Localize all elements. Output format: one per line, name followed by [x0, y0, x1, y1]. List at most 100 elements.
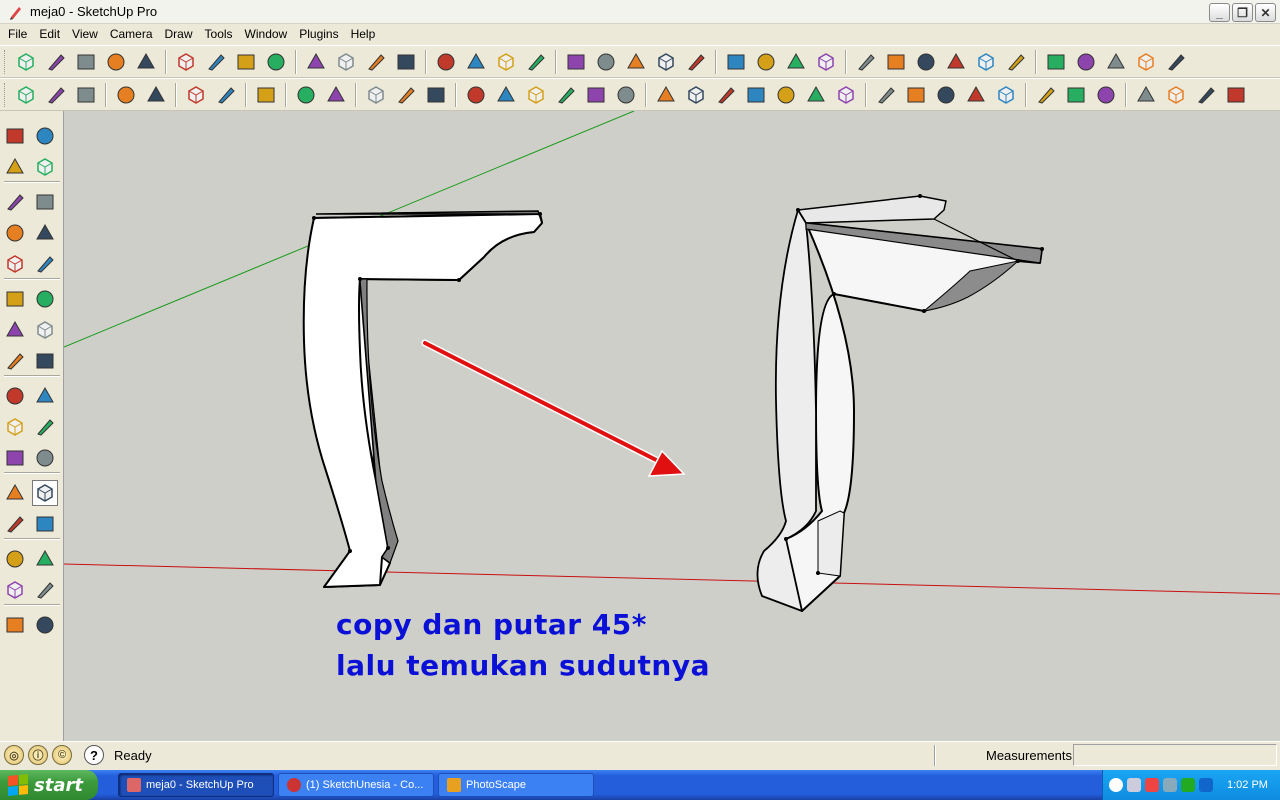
- rotate-icon[interactable]: [363, 49, 389, 75]
- freehand-icon[interactable]: [32, 251, 58, 277]
- zoom-icon[interactable]: [2, 511, 28, 537]
- xray-icon[interactable]: [813, 49, 839, 75]
- rotate-icon[interactable]: [2, 317, 28, 343]
- text-icon[interactable]: [32, 414, 58, 440]
- component-icon[interactable]: [32, 123, 58, 149]
- bluetooth-icon[interactable]: [1199, 778, 1213, 792]
- pan-icon[interactable]: [463, 49, 489, 75]
- get-models-icon[interactable]: [563, 49, 589, 75]
- side-house-icon[interactable]: [583, 82, 609, 108]
- compass-icon[interactable]: [1133, 82, 1159, 108]
- tape-measure-icon[interactable]: [233, 49, 259, 75]
- menu-camera[interactable]: Camera: [104, 25, 159, 43]
- start-button[interactable]: start: [0, 770, 98, 800]
- task-photoscape[interactable]: PhotoScape: [438, 773, 594, 797]
- paint-bucket-icon[interactable]: [263, 49, 289, 75]
- menu-window[interactable]: Window: [239, 25, 294, 43]
- paint-bucket-icon[interactable]: [2, 154, 28, 180]
- shaded-texture-icon[interactable]: [973, 49, 999, 75]
- cylinder-icon[interactable]: [993, 82, 1019, 108]
- back-edges-icon[interactable]: [853, 49, 879, 75]
- follow-me-icon[interactable]: [393, 49, 419, 75]
- paste-icon[interactable]: [213, 82, 239, 108]
- axes-icon[interactable]: [2, 445, 28, 471]
- component-icon[interactable]: [783, 49, 809, 75]
- walk-icon[interactable]: [2, 612, 28, 638]
- open-icon[interactable]: [43, 82, 69, 108]
- rectangle-icon[interactable]: [2, 189, 28, 215]
- model-viewport[interactable]: copy dan putar 45* lalu temukan sudutnya: [64, 111, 1280, 741]
- google-earth-icon[interactable]: [683, 49, 709, 75]
- place-model-icon[interactable]: [623, 49, 649, 75]
- hidden-cube-icon[interactable]: [743, 82, 769, 108]
- sandbox-smoove-icon[interactable]: [1223, 82, 1249, 108]
- walk-icon[interactable]: [143, 82, 169, 108]
- menu-help[interactable]: Help: [345, 25, 382, 43]
- back-view-icon[interactable]: [1163, 49, 1189, 75]
- scene-canvas[interactable]: [64, 111, 1280, 741]
- preview-model-icon[interactable]: [653, 49, 679, 75]
- table-leg-rotated[interactable]: [756, 194, 1044, 612]
- xray-cube-icon[interactable]: [653, 82, 679, 108]
- pan-icon[interactable]: [32, 480, 58, 506]
- make-component-icon[interactable]: [173, 49, 199, 75]
- task-sketchup[interactable]: meja0 - SketchUp Pro: [118, 773, 274, 797]
- front-house-icon[interactable]: [523, 82, 549, 108]
- pencil-icon[interactable]: [43, 49, 69, 75]
- save-icon[interactable]: [73, 82, 99, 108]
- roof-icon[interactable]: [613, 82, 639, 108]
- zoom-window-icon[interactable]: [32, 511, 58, 537]
- select-icon[interactable]: [2, 123, 28, 149]
- hidden-line-icon[interactable]: [913, 49, 939, 75]
- scale-icon[interactable]: [2, 348, 28, 374]
- menu-view[interactable]: View: [66, 25, 104, 43]
- select-icon[interactable]: [13, 49, 39, 75]
- arc-icon[interactable]: [133, 49, 159, 75]
- layers-icon[interactable]: [1093, 82, 1119, 108]
- offset-icon[interactable]: [32, 348, 58, 374]
- measurements-input[interactable]: [1073, 744, 1277, 766]
- back-edges-cube-icon[interactable]: [683, 82, 709, 108]
- zoom-icon[interactable]: [493, 49, 519, 75]
- wireframe-icon[interactable]: [883, 49, 909, 75]
- eraser-icon[interactable]: [32, 154, 58, 180]
- eraser-icon[interactable]: [203, 49, 229, 75]
- restore-button[interactable]: ❐: [1232, 3, 1253, 22]
- menu-file[interactable]: File: [2, 25, 33, 43]
- tray-expand-icon[interactable]: [1109, 778, 1123, 792]
- print-icon[interactable]: [183, 82, 209, 108]
- move-icon[interactable]: [2, 286, 28, 312]
- rectangle-icon[interactable]: [73, 49, 99, 75]
- back-house-icon[interactable]: [553, 82, 579, 108]
- copyright-icon[interactable]: ©: [52, 745, 72, 765]
- close-button[interactable]: ✕: [1255, 3, 1276, 22]
- polygon-icon[interactable]: [2, 251, 28, 277]
- texture-cube-icon[interactable]: [803, 82, 829, 108]
- look-around-icon[interactable]: [32, 577, 58, 603]
- color-box-icon[interactable]: [903, 82, 929, 108]
- arc-icon[interactable]: [32, 220, 58, 246]
- minimize-button[interactable]: _: [1209, 3, 1230, 22]
- undo-icon[interactable]: [293, 82, 319, 108]
- shaded-icon[interactable]: [943, 49, 969, 75]
- push-pull-icon[interactable]: [303, 49, 329, 75]
- delete-icon[interactable]: [253, 82, 279, 108]
- monochrome-cube-icon[interactable]: [833, 82, 859, 108]
- front-view-icon[interactable]: [1103, 49, 1129, 75]
- next-view-icon[interactable]: [32, 546, 58, 572]
- move-icon[interactable]: [333, 49, 359, 75]
- iso-view-icon[interactable]: [1043, 49, 1069, 75]
- axes-icon[interactable]: [1033, 82, 1059, 108]
- section-display-icon[interactable]: [393, 82, 419, 108]
- previous-view-icon[interactable]: [2, 546, 28, 572]
- import-icon[interactable]: [723, 49, 749, 75]
- tape-measure-icon[interactable]: [2, 383, 28, 409]
- info-box-icon[interactable]: [963, 82, 989, 108]
- export-icon[interactable]: [753, 49, 779, 75]
- right-view-icon[interactable]: [1133, 49, 1159, 75]
- wireframe-cube-icon[interactable]: [713, 82, 739, 108]
- orbit-icon[interactable]: [433, 49, 459, 75]
- zoom-extents-icon[interactable]: [523, 49, 549, 75]
- safely-remove-icon[interactable]: [1181, 778, 1195, 792]
- section-cut-icon[interactable]: [423, 82, 449, 108]
